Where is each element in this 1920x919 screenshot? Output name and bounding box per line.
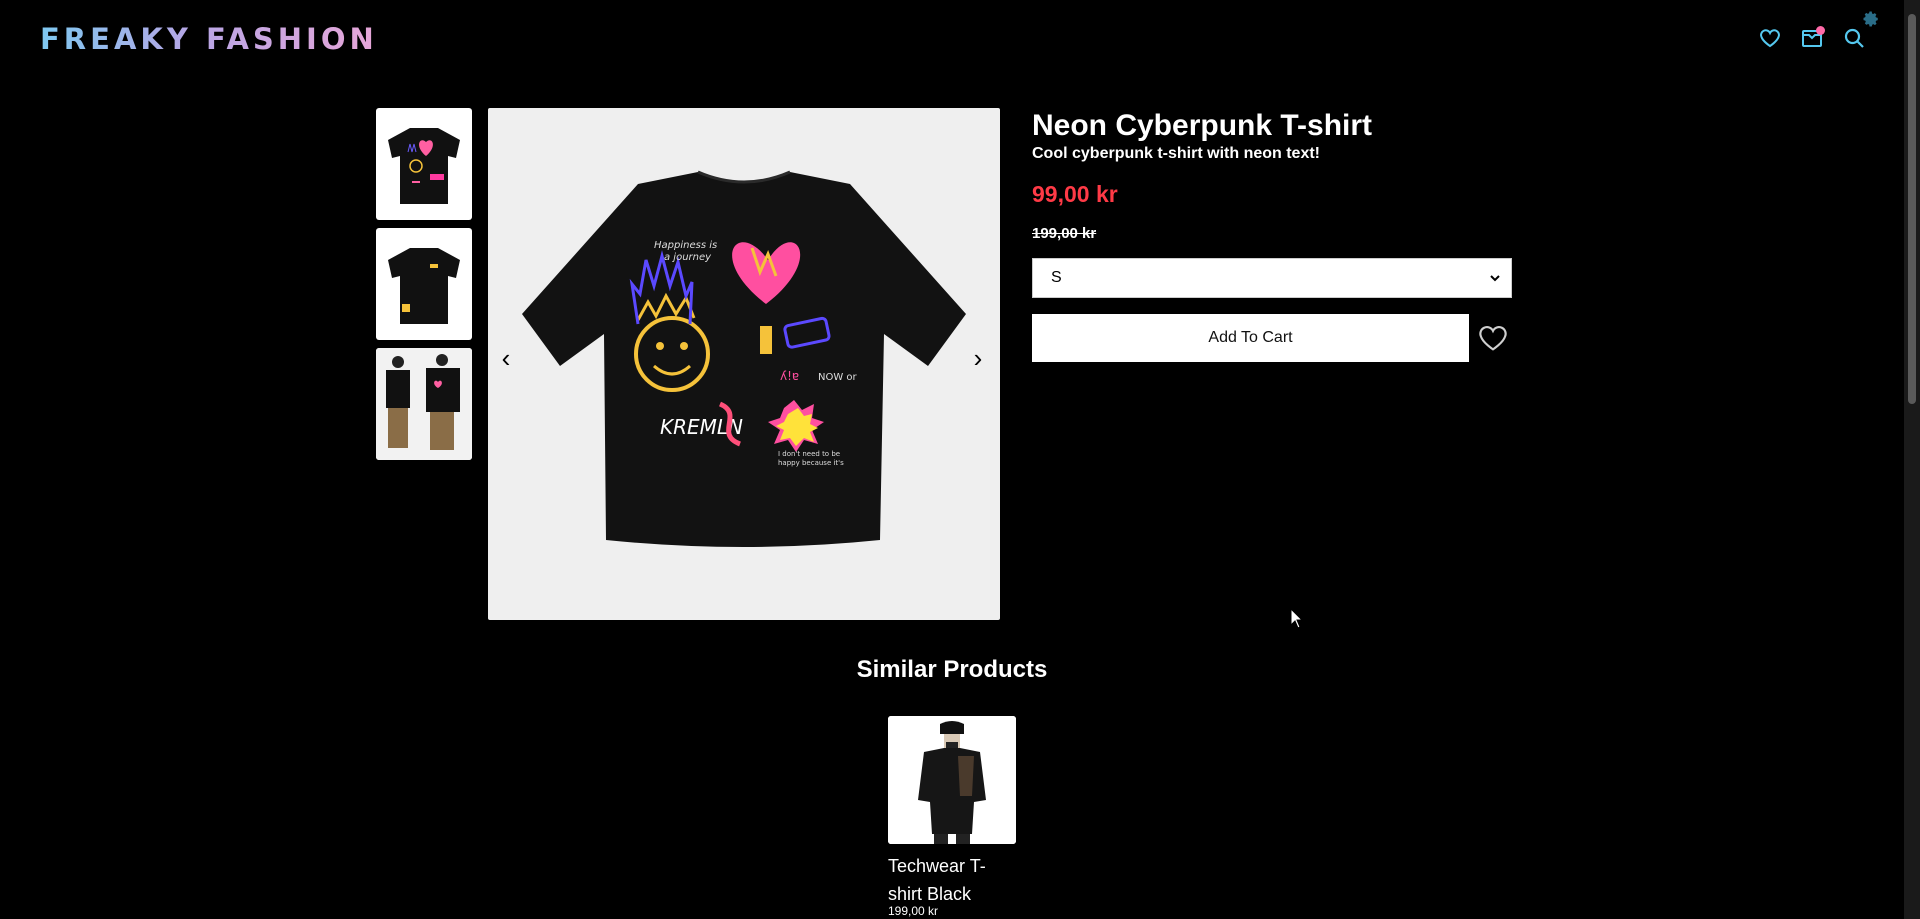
- thumbnail-model[interactable]: [376, 348, 472, 460]
- product-old-price: 199,00 kr: [1032, 225, 1097, 242]
- add-to-cart-button[interactable]: Add To Cart: [1032, 314, 1469, 362]
- thumbnail-list: [376, 108, 472, 468]
- similar-product-image[interactable]: [888, 716, 1016, 844]
- gallery-prev-button[interactable]: ‹: [494, 344, 518, 372]
- chevron-down-icon: [1490, 275, 1500, 282]
- header-icons: [1756, 24, 1868, 52]
- main-product-image[interactable]: KREMLN ʎ!ɐ NOW or Happiness is a journey…: [488, 108, 1000, 620]
- mouse-cursor-icon: [1290, 608, 1304, 629]
- search-icon[interactable]: [1840, 24, 1868, 52]
- thumbnail-front-view[interactable]: [376, 228, 472, 340]
- cart-icon[interactable]: [1798, 24, 1826, 52]
- scrollbar[interactable]: [1904, 0, 1920, 919]
- site-header: FREAKY FASHION: [0, 0, 1904, 78]
- gear-icon[interactable]: [1862, 10, 1880, 28]
- svg-text:I don't need to be: I don't need to be: [778, 450, 840, 458]
- product-title: Neon Cyberpunk T-shirt: [1032, 109, 1373, 142]
- similar-product-name[interactable]: Techwear T-shirt Black: [888, 852, 1016, 908]
- product-price: 99,00 kr: [1032, 181, 1118, 207]
- svg-text:a journey: a journey: [664, 252, 712, 263]
- scrollbar-thumb[interactable]: [1908, 14, 1916, 404]
- similar-product-card[interactable]: Techwear T-shirt Black 199,00 kr: [888, 716, 1016, 918]
- svg-text:NOW or: NOW or: [818, 372, 858, 383]
- logo[interactable]: FREAKY FASHION: [40, 22, 378, 56]
- svg-text:Happiness is: Happiness is: [654, 240, 717, 251]
- size-selected-value: S: [1051, 269, 1062, 286]
- cart-row: Add To Cart: [1032, 314, 1512, 362]
- similar-products-heading: Similar Products: [856, 656, 1048, 683]
- thumbnail-back-view[interactable]: [376, 108, 472, 220]
- size-select[interactable]: S: [1032, 258, 1512, 298]
- product-description: Cool cyberpunk t-shirt with neon text!: [1032, 145, 1321, 162]
- tshirt-image: KREMLN ʎ!ɐ NOW or Happiness is a journey…: [522, 170, 966, 547]
- cart-badge: [1816, 26, 1825, 35]
- heart-icon[interactable]: [1756, 24, 1784, 52]
- favorite-heart-icon[interactable]: [1475, 320, 1511, 356]
- gallery-next-button[interactable]: ›: [966, 344, 990, 372]
- svg-text:happy because it's: happy because it's: [778, 459, 844, 467]
- svg-text:ʎ!ɐ: ʎ!ɐ: [780, 369, 799, 383]
- product-details: Neon Cyberpunk T-shirt Cool cyberpunk t-…: [1032, 108, 1512, 362]
